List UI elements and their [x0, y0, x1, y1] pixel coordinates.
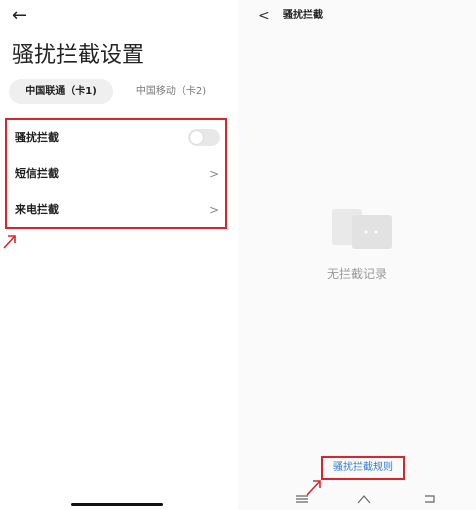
back-arrow-icon[interactable]: ←	[12, 6, 27, 26]
setting-label: 骚扰拦截	[15, 131, 59, 144]
toggle-knob	[190, 131, 203, 144]
left-screen: ← 骚扰拦截设置 中国联通（卡1) 中国移动（卡2) 骚扰拦截 短信拦截 > 来…	[0, 0, 235, 510]
empty-state-text: 无拦截记录	[326, 267, 387, 281]
chevron-right-icon: >	[208, 167, 219, 181]
setting-label: 短信拦截	[15, 167, 59, 180]
home-icon[interactable]	[355, 492, 373, 506]
harassment-block-toggle[interactable]	[188, 129, 220, 146]
settings-list: 骚扰拦截 短信拦截 > 来电拦截 >	[5, 118, 227, 229]
setting-row-harassment-block[interactable]: 骚扰拦截	[7, 120, 225, 156]
tab-sim1[interactable]: 中国联通（卡1)	[9, 79, 113, 104]
back-nav-icon[interactable]	[421, 492, 439, 506]
annotation-arrow-icon	[3, 235, 16, 249]
setting-row-call-block[interactable]: 来电拦截 >	[7, 192, 225, 228]
setting-row-sms-block[interactable]: 短信拦截 >	[7, 156, 225, 192]
page-title: 骚扰拦截设置	[12, 43, 145, 68]
page-title: 骚扰拦截	[283, 10, 323, 21]
chevron-right-icon: >	[208, 203, 219, 217]
setting-label: 来电拦截	[15, 203, 59, 216]
home-indicator[interactable]	[71, 503, 163, 506]
blocking-rules-link[interactable]: 骚扰拦截规则	[323, 458, 403, 478]
empty-state-icon	[332, 209, 392, 249]
right-screen: < 骚扰拦截 无拦截记录 骚扰拦截规则	[238, 0, 476, 510]
tab-sim2[interactable]: 中国移动（卡2)	[117, 79, 225, 104]
menu-icon[interactable]	[293, 492, 311, 506]
back-arrow-icon[interactable]: <	[258, 7, 270, 25]
